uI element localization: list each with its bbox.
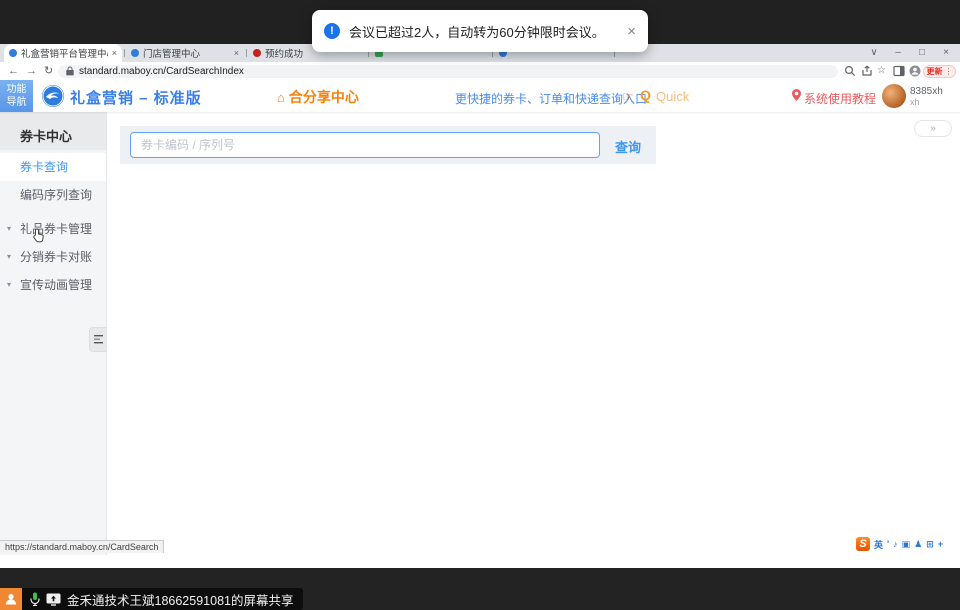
browser-update-button[interactable]: 更新 ⋮	[923, 65, 956, 78]
tab-separator	[246, 49, 247, 57]
share-center-label: 合分享中心	[289, 87, 359, 107]
chevron-down-icon: ▾	[7, 271, 11, 299]
tab-label: 门店管理中心	[143, 46, 230, 60]
status-url-tooltip: https://standard.maboy.cn/CardSearch	[0, 540, 164, 553]
screen-share-icon	[46, 593, 61, 606]
screen-share-desktop: 礼盒营销平台管理中心 × 门店管理中心 × 预约成功	[0, 0, 960, 610]
person-icon	[4, 592, 18, 606]
chevron-down-icon: ▾	[7, 243, 11, 271]
sidebar-item-code-sequence-search[interactable]: 编码序列查询	[0, 181, 106, 209]
side-panel-icon[interactable]	[893, 65, 905, 77]
back-icon[interactable]: ←	[8, 63, 19, 79]
mouse-cursor	[33, 228, 45, 243]
sidebar-item-distribution-reconciliation[interactable]: ▾ 分销券卡对账	[0, 243, 106, 271]
sidebar-item-label: 分销券卡对账	[20, 250, 92, 264]
tab-favicon-blue	[131, 49, 139, 57]
sidebar-item-gift-card-management[interactable]: ▾ 礼品券卡管理	[0, 215, 106, 243]
info-icon: !	[324, 23, 340, 39]
app-title: 礼盒营销 – 标准版	[70, 87, 202, 108]
share-center-link[interactable]: ⌂ 合分享中心	[277, 87, 359, 107]
page-content: 券卡中心 券卡查询 编码序列查询 ▾ 礼品券卡管理 ▾ 分销券卡对账	[0, 112, 960, 555]
ime-toolbox-icon[interactable]: +	[938, 539, 943, 549]
nav-toggle-line2: 导航	[0, 96, 33, 109]
user-avatar[interactable]	[882, 84, 906, 108]
card-code-input[interactable]	[130, 132, 600, 158]
chevron-down-icon: ▾	[7, 215, 11, 243]
profile-icon[interactable]	[909, 65, 921, 77]
ime-emoji-icon[interactable]: ▣	[902, 539, 911, 550]
function-nav-button[interactable]: 功能 导航	[0, 80, 33, 112]
ime-punct-icon[interactable]: '	[887, 539, 889, 549]
ime-voice-icon[interactable]: ♪	[893, 539, 898, 549]
pointing-finger-icon: ☞	[622, 89, 634, 105]
tab-separator	[124, 49, 125, 57]
system-tutorial-link[interactable]: 系统使用教程	[804, 90, 876, 107]
sogou-logo-icon[interactable]: S	[856, 537, 870, 551]
sidebar-title: 券卡中心	[0, 112, 106, 150]
sidebar-collapse-handle[interactable]	[89, 327, 106, 352]
brand-logo-icon	[41, 84, 65, 108]
tab-store-admin[interactable]: 门店管理中心 ×	[126, 44, 244, 62]
browser-toolbar: ← → ↻ standard.maboy.cn/CardSearchIndex …	[0, 62, 960, 80]
location-pin-icon	[792, 89, 801, 101]
toast-message: 会议已超过2人，自动转为60分钟限时会议。	[349, 22, 619, 41]
user-name: 8385xh	[910, 86, 943, 97]
tab-label: 礼盒营销平台管理中心	[21, 46, 108, 60]
toast-close-icon[interactable]: ×	[627, 23, 636, 40]
quick-entry-text[interactable]: 更快捷的券卡、订单和快递查询入口	[455, 90, 647, 107]
desktop-bottom-strip: 金禾通技术王斌18662591081的屏幕共享	[0, 568, 960, 610]
ime-grid-icon[interactable]: ⊞	[926, 539, 934, 550]
panel-expand-button[interactable]: »	[914, 120, 952, 137]
tab-gift-marketing-admin[interactable]: 礼盒营销平台管理中心 ×	[4, 44, 122, 62]
sidebar-item-card-search[interactable]: 券卡查询	[0, 153, 106, 181]
url-text: standard.maboy.cn/CardSearchIndex	[79, 65, 244, 78]
search-button[interactable]: 查询	[615, 137, 641, 156]
meeting-toast: ! 会议已超过2人，自动转为60分钟限时会议。 ×	[312, 10, 648, 52]
screen-share-pill[interactable]: 金禾通技术王斌18662591081的屏幕共享	[22, 588, 303, 610]
house-icon: ⌂	[277, 90, 285, 105]
web-page: 功能 导航 礼盒营销 – 标准版 ⌂ 合分享中心 更快捷的券卡、订单和快递查询入…	[0, 80, 960, 555]
tab-close-icon[interactable]: ×	[112, 48, 117, 58]
browser-window: 礼盒营销平台管理中心 × 门店管理中心 × 预约成功	[0, 44, 960, 568]
sidebar-item-label: 券卡查询	[20, 160, 68, 174]
main-area: 查询 » S 英 ' ♪ ▣ ♟ ⊞ +	[108, 112, 960, 555]
share-icon[interactable]	[861, 65, 873, 77]
lock-icon	[66, 66, 74, 76]
bookmark-star-icon[interactable]: ☆	[877, 65, 889, 77]
sidebar-item-promo-animation-management[interactable]: ▾ 宣传动画管理	[0, 271, 106, 299]
window-menu-icon[interactable]: ∨	[862, 44, 886, 62]
tab-favicon-blue	[9, 49, 17, 57]
app-header: 功能 导航 礼盒营销 – 标准版 ⌂ 合分享中心 更快捷的券卡、订单和快递查询入…	[0, 80, 960, 112]
sidebar-item-label: 编码序列查询	[20, 188, 92, 202]
window-close-icon[interactable]: ×	[934, 44, 958, 62]
microphone-icon	[30, 592, 40, 606]
sidebar-item-label: 宣传动画管理	[20, 278, 92, 292]
ime-lang-icon[interactable]: 英	[874, 538, 883, 551]
forward-icon[interactable]: →	[26, 63, 37, 79]
sidebar-item-label: 礼品券卡管理	[20, 222, 92, 236]
nav-toggle-line1: 功能	[0, 83, 33, 96]
reload-icon[interactable]: ↻	[44, 63, 53, 79]
more-menu-icon[interactable]: ⋮	[945, 67, 953, 76]
user-subname: xh	[910, 97, 920, 107]
update-label: 更新	[927, 66, 943, 77]
quick-search-icon[interactable]: Q	[640, 87, 651, 103]
address-bar[interactable]: standard.maboy.cn/CardSearchIndex	[58, 65, 838, 78]
list-icon	[94, 335, 103, 344]
card-search-panel: 查询	[120, 126, 656, 164]
quick-label[interactable]: Quick	[656, 89, 689, 104]
screen-share-bar: 金禾通技术王斌18662591081的屏幕共享	[0, 588, 303, 610]
sidebar: 券卡中心 券卡查询 编码序列查询 ▾ 礼品券卡管理 ▾ 分销券卡对账	[0, 112, 107, 555]
ime-toolbar: S 英 ' ♪ ▣ ♟ ⊞ +	[856, 536, 943, 552]
window-maximize-icon[interactable]: □	[910, 44, 934, 62]
window-minimize-icon[interactable]: –	[886, 44, 910, 62]
zoom-icon[interactable]	[844, 65, 856, 77]
screen-share-text: 金禾通技术王斌18662591081的屏幕共享	[67, 590, 293, 609]
ime-skin-icon[interactable]: ♟	[914, 539, 922, 550]
sharer-avatar[interactable]	[0, 588, 22, 610]
tab-close-icon[interactable]: ×	[234, 48, 239, 58]
tab-favicon-red	[253, 49, 261, 57]
